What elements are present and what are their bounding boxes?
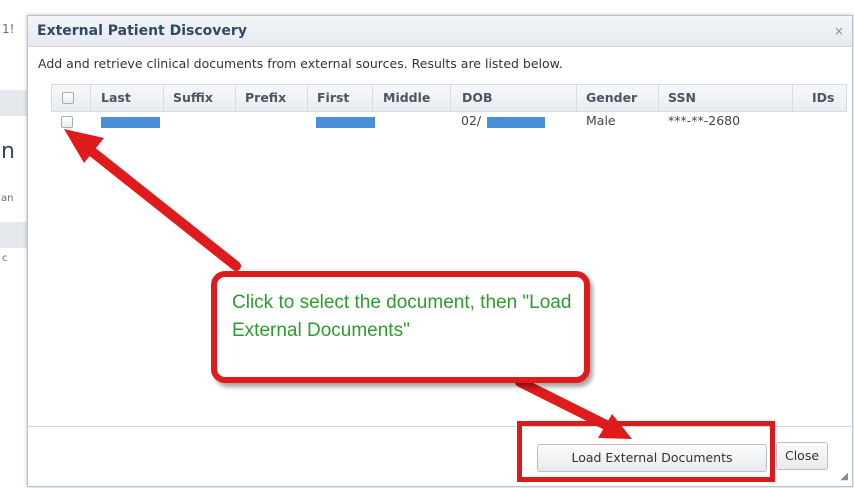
annotation-arrows xyxy=(64,129,632,439)
load-button-highlight xyxy=(517,421,775,482)
arrow-to-checkbox xyxy=(64,129,241,271)
callout-text: Click to select the document, then "Load… xyxy=(232,292,572,341)
annotation-callout: Click to select the document, then "Load… xyxy=(211,271,590,383)
